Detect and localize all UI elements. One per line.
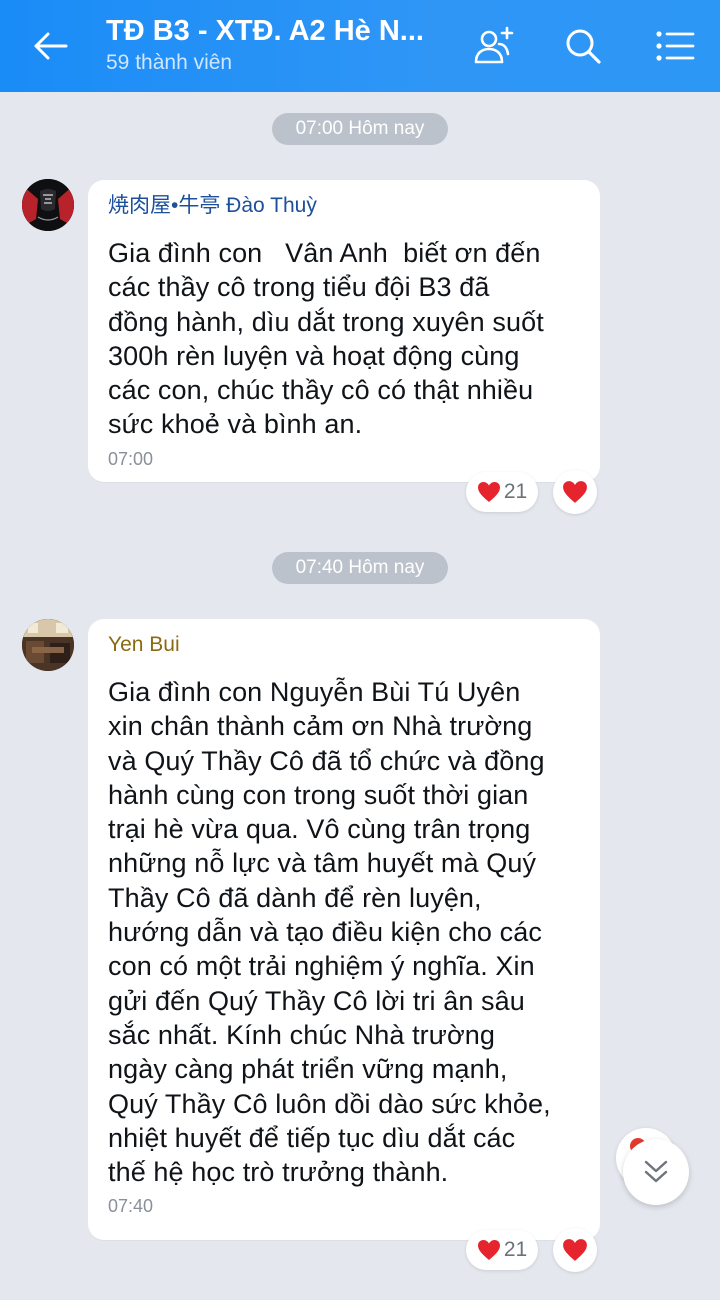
double-chevron-down-icon	[644, 1160, 668, 1183]
back-button[interactable]	[24, 22, 76, 70]
message-text: Gia đình con Nguyễn Bùi Tú Uyên xin chân…	[108, 677, 551, 1188]
avatar[interactable]	[22, 619, 74, 671]
chat-title: TĐ B3 - XTĐ. A2 Hè N...	[106, 15, 424, 47]
search-button[interactable]	[558, 22, 608, 70]
reaction-count: 21	[503, 480, 528, 503]
message-bubble[interactable]: 焼肉屋•牛亭 Đào Thuỳ Gia đình con Vân Anh biế…	[88, 180, 600, 482]
message-time: 07:00	[108, 448, 154, 469]
heart-icon	[477, 1240, 500, 1260]
time-divider: 07:00 Hôm nay	[272, 113, 448, 145]
search-icon	[566, 29, 601, 64]
sender-name[interactable]: 焼肉屋•牛亭 Đào Thuỳ	[108, 194, 580, 218]
avatar-image	[22, 179, 74, 231]
time-divider: 07:40 Hôm nay	[272, 552, 448, 584]
back-arrow-icon	[34, 32, 68, 60]
sender-name[interactable]: Yen Bui	[108, 633, 580, 657]
heart-icon	[563, 1239, 587, 1261]
menu-button[interactable]	[650, 22, 700, 70]
list-menu-icon	[656, 31, 695, 61]
chat-header: TĐ B3 - XTĐ. A2 Hè N... 59 thành viên	[0, 0, 720, 92]
chat-title-block[interactable]: TĐ B3 - XTĐ. A2 Hè N... 59 thành viên	[106, 14, 436, 77]
message-text: Gia đình con Vân Anh biết ơn đến các thầ…	[108, 238, 544, 440]
react-button[interactable]	[553, 470, 597, 514]
reaction-summary[interactable]: 21	[466, 472, 538, 512]
add-user-icon	[474, 26, 514, 64]
member-count: 59 thành viên	[106, 51, 233, 74]
avatar-image	[22, 619, 74, 671]
add-member-button[interactable]	[470, 22, 520, 70]
message-time: 07:40	[108, 1196, 154, 1217]
react-button[interactable]	[553, 1228, 597, 1272]
reaction-count: 21	[503, 1238, 528, 1261]
message-bubble[interactable]: Yen Bui Gia đình con Nguyễn Bùi Tú Uyên …	[88, 619, 600, 1240]
scroll-to-bottom-button[interactable]	[623, 1139, 689, 1205]
heart-icon	[477, 482, 500, 502]
reaction-summary[interactable]: 21	[466, 1230, 538, 1270]
heart-icon	[563, 481, 587, 503]
avatar[interactable]	[22, 179, 74, 231]
